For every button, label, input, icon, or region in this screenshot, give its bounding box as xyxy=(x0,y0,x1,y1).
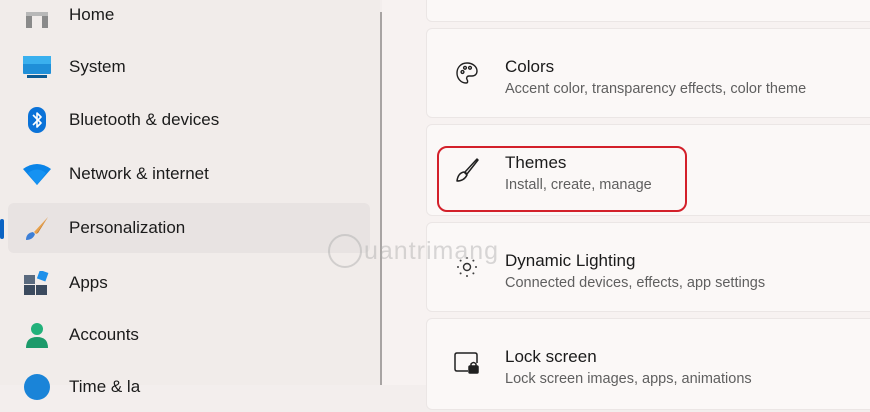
selection-indicator xyxy=(0,219,4,239)
card-dynamic-lighting[interactable]: Dynamic Lighting Connected devices, effe… xyxy=(426,222,870,312)
card-title: Dynamic Lighting xyxy=(505,251,636,270)
lock-screen-icon xyxy=(453,349,481,377)
sidebar-item-personalization[interactable]: Personalization xyxy=(0,203,370,253)
sidebar-item-label: Network & internet xyxy=(69,164,209,183)
sidebar-item-system[interactable]: System xyxy=(0,42,370,92)
wifi-icon xyxy=(22,159,52,189)
card-title: Colors xyxy=(505,57,555,76)
highlight-annotation xyxy=(437,146,687,212)
home-icon xyxy=(22,0,52,30)
sidebar-item-bluetooth[interactable]: Bluetooth & devices xyxy=(0,95,370,145)
brush-icon xyxy=(22,213,52,243)
sidebar-item-label: System xyxy=(69,57,126,76)
sidebar-item-apps[interactable]: Apps xyxy=(0,258,370,308)
card-subtitle: Connected devices, effects, app settings xyxy=(505,275,766,291)
sidebar-item-home[interactable]: Home xyxy=(0,0,370,40)
apps-icon xyxy=(22,268,52,298)
sidebar-item-label: Bluetooth & devices xyxy=(69,110,220,129)
system-icon xyxy=(22,52,52,82)
sidebar-item-label: Apps xyxy=(69,273,108,292)
lighting-icon xyxy=(453,253,481,281)
card-title: Lock screen xyxy=(505,347,597,366)
sidebar-item-accounts[interactable]: Accounts xyxy=(0,310,370,360)
sidebar-item-label: Time & la xyxy=(69,377,141,396)
sidebar-item-network[interactable]: Network & internet xyxy=(0,149,370,199)
sidebar-item-label: Accounts xyxy=(69,325,139,344)
card-subtitle: Accent color, transparency effects, colo… xyxy=(505,81,807,97)
card-previous[interactable] xyxy=(426,0,870,22)
sidebar-item-time-language[interactable]: Time & la xyxy=(0,362,370,412)
globe-icon xyxy=(22,372,52,402)
sidebar: Home System Bluetooth & devices Network … xyxy=(0,0,380,400)
sidebar-item-label: Personalization xyxy=(69,218,186,237)
sidebar-item-label: Home xyxy=(69,5,115,24)
card-lock-screen[interactable]: Lock screen Lock screen images, apps, an… xyxy=(426,318,870,410)
card-colors[interactable]: Colors Accent color, transparency effect… xyxy=(426,28,870,118)
bluetooth-icon xyxy=(22,105,52,135)
palette-icon xyxy=(453,59,481,87)
account-icon xyxy=(22,320,52,350)
